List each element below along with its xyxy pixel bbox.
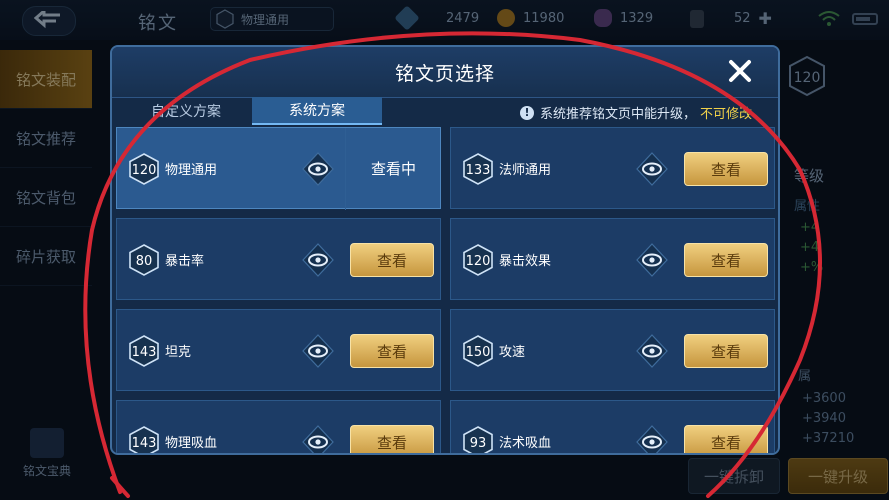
plan-card[interactable]: 150 攻速 查看 [450, 309, 775, 391]
plan-level: 120 [132, 163, 157, 178]
view-button[interactable]: 查看 [684, 243, 768, 277]
dialog-header: 铭文页选择 [112, 47, 778, 98]
plan-name: 法术吸血 [499, 436, 552, 451]
eye-icon[interactable] [301, 334, 335, 368]
notice-message: 系统推荐铭文页中能升级， [540, 107, 697, 122]
view-button[interactable]: 查看 [684, 152, 768, 186]
eye-icon[interactable] [635, 334, 669, 368]
notice-warning: 不可修改 [700, 107, 753, 122]
plan-name: 攻速 [499, 345, 526, 360]
close-icon [729, 60, 751, 82]
view-button[interactable]: 查看 [350, 425, 434, 453]
plan-card[interactable]: 143 物理吸血 查看 [116, 400, 441, 455]
info-icon: ! [520, 105, 534, 120]
dialog-title: 铭文页选择 [394, 63, 495, 85]
plan-name: 暴击效果 [499, 254, 552, 269]
eye-icon[interactable] [635, 152, 669, 186]
plan-name: 物理通用 [165, 163, 218, 178]
level-hex-icon: 143 [129, 426, 159, 453]
plan-card[interactable]: 143 坦克 查看 [116, 309, 441, 391]
level-hex-icon: 133 [463, 153, 493, 185]
level-hex-icon: 120 [129, 153, 159, 185]
level-hex-icon: 120 [463, 244, 493, 276]
plan-level: 143 [132, 345, 157, 360]
eye-icon[interactable] [301, 243, 335, 277]
level-hex-icon: 143 [129, 335, 159, 367]
view-button[interactable]: 查看 [350, 243, 434, 277]
viewing-label: 查看中 [370, 159, 416, 178]
plan-name: 法师通用 [499, 163, 552, 178]
plan-name: 暴击率 [165, 254, 205, 269]
tab-system-plan[interactable]: 系统方案 [252, 97, 382, 125]
view-button[interactable]: 查看 [684, 334, 768, 368]
view-button[interactable]: 查看 [684, 425, 768, 453]
close-button[interactable] [724, 55, 756, 87]
eye-icon[interactable] [635, 243, 669, 277]
tab-custom-plan[interactable]: 自定义方案 [126, 97, 246, 125]
plan-card[interactable]: 133 法师通用 查看 [450, 127, 775, 209]
dialog-tabs: 自定义方案 系统方案 ! 系统推荐铭文页中能升级， 不可修改 [112, 97, 778, 125]
eye-icon[interactable] [301, 152, 335, 186]
plan-level: 120 [466, 254, 491, 269]
eye-icon[interactable] [301, 425, 335, 455]
plan-level: 133 [466, 163, 491, 178]
level-hex-icon: 80 [129, 244, 159, 276]
notice-text: ! 系统推荐铭文页中能升级， 不可修改 [520, 103, 752, 122]
plan-name: 坦克 [165, 345, 192, 360]
plan-name: 物理吸血 [165, 436, 218, 451]
level-hex-icon: 150 [463, 335, 493, 367]
plan-card[interactable]: 80 暴击率 查看 [116, 218, 441, 300]
eye-icon[interactable] [635, 425, 669, 455]
plan-level: 143 [132, 436, 157, 451]
plan-card[interactable]: 120 暴击效果 查看 [450, 218, 775, 300]
plan-level: 150 [466, 345, 491, 360]
view-button[interactable]: 查看 [350, 334, 434, 368]
plan-card[interactable]: 93 法术吸血 查看 [450, 400, 775, 455]
plan-level: 93 [470, 436, 487, 451]
plan-level: 80 [136, 254, 153, 269]
plan-card[interactable]: 120 物理通用 查看中 [116, 127, 441, 210]
level-hex-icon: 93 [463, 426, 493, 453]
rune-page-select-dialog: 铭文页选择 自定义方案 系统方案 ! 系统推荐铭文页中能升级， 不可修改 120… [110, 45, 780, 455]
